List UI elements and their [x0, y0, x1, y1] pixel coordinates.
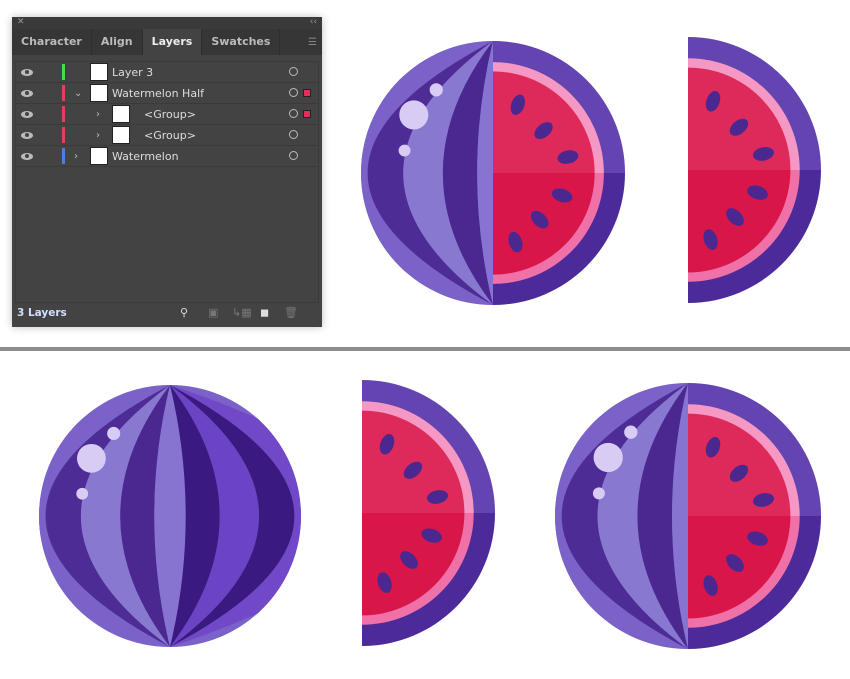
highlight: [107, 426, 121, 441]
search-icon[interactable]: ⚲: [180, 306, 188, 319]
layer-name: Watermelon: [112, 149, 179, 163]
highlight: [624, 425, 638, 439]
layer-color-bar: [62, 148, 65, 164]
layer-color-bar: [62, 85, 65, 101]
layers-list: Layer 3 ⌄ Watermelon Half › <Group> › <G…: [15, 61, 319, 303]
layer-name: Watermelon Half: [112, 86, 205, 100]
highlight: [76, 487, 89, 500]
eye-icon[interactable]: [21, 110, 33, 118]
target-icon[interactable]: [289, 151, 298, 160]
highlight: [76, 443, 106, 473]
layer-color-bar: [62, 127, 65, 143]
layer-color-bar: [62, 64, 65, 80]
tab-character[interactable]: Character: [12, 29, 92, 55]
watermelon-rind: [361, 41, 493, 305]
eye-icon[interactable]: [21, 131, 33, 139]
layer-thumbnail: [90, 147, 108, 165]
layer-name: Layer 3: [112, 65, 154, 79]
layer-row[interactable]: › <Group>: [16, 125, 318, 146]
layer-thumbnail: [90, 84, 108, 102]
highlight: [593, 442, 623, 473]
layer-thumbnail: [112, 126, 130, 144]
tab-align[interactable]: Align: [92, 29, 143, 55]
selection-indicator[interactable]: [303, 89, 311, 97]
layer-thumbnail: [112, 105, 130, 123]
close-icon[interactable]: ✕: [17, 17, 25, 27]
layer-thumbnail: [90, 63, 108, 81]
sublayer-icon[interactable]: ↳▦: [232, 306, 252, 319]
layer-row[interactable]: ⌄ Watermelon Half: [16, 83, 318, 104]
expand-chevron-icon[interactable]: ›: [96, 109, 100, 120]
expand-chevron-icon[interactable]: ›: [96, 130, 100, 141]
divider: [0, 347, 850, 351]
watermelon-slice: [493, 41, 625, 305]
new-layer-icon[interactable]: ◼: [260, 306, 269, 319]
expand-chevron-icon[interactable]: ›: [74, 151, 78, 162]
layer-row[interactable]: › <Group>: [16, 104, 318, 125]
highlight: [429, 83, 443, 97]
watermelon-slice: [362, 380, 495, 646]
layer-count: 3 Layers: [17, 307, 67, 319]
highlight: [398, 144, 411, 157]
watermelon-rind: [555, 383, 688, 649]
watermelon-slice: [688, 383, 821, 649]
layer-row[interactable]: Layer 3: [16, 62, 318, 83]
layer-color-bar: [62, 106, 65, 122]
expand-chevron-icon[interactable]: ⌄: [74, 88, 82, 99]
target-icon[interactable]: [289, 109, 298, 118]
layers-panel: ✕ ‹‹ Character Align Layers Swatches ☰ Layer …: [12, 17, 322, 327]
eye-icon[interactable]: [21, 152, 33, 160]
watermelon-rind: [39, 385, 301, 647]
target-icon[interactable]: [289, 130, 298, 139]
collapse-icon[interactable]: ‹‹: [310, 17, 317, 27]
watermelon-slice: [688, 37, 821, 303]
layer-name: <Group>: [144, 128, 196, 142]
clipping-mask-icon[interactable]: ▣: [208, 306, 218, 319]
trash-icon[interactable]: 🗑: [284, 306, 298, 319]
eye-icon[interactable]: [21, 68, 33, 76]
tab-swatches[interactable]: Swatches: [202, 29, 281, 55]
highlight: [592, 487, 605, 500]
layer-name: <Group>: [144, 107, 196, 121]
eye-icon[interactable]: [21, 89, 33, 97]
target-icon[interactable]: [289, 88, 298, 97]
panel-footer: 3 Layers ⚲ ▣ ↳▦ ◼ 🗑: [12, 301, 322, 327]
panel-tabs: Character Align Layers Swatches ☰: [12, 29, 322, 55]
tab-layers[interactable]: Layers: [142, 29, 203, 55]
layer-row[interactable]: › Watermelon: [16, 146, 318, 167]
highlight: [399, 100, 429, 130]
target-icon[interactable]: [289, 67, 298, 76]
selection-indicator[interactable]: [303, 110, 311, 118]
panel-menu-icon[interactable]: ☰: [308, 37, 317, 48]
